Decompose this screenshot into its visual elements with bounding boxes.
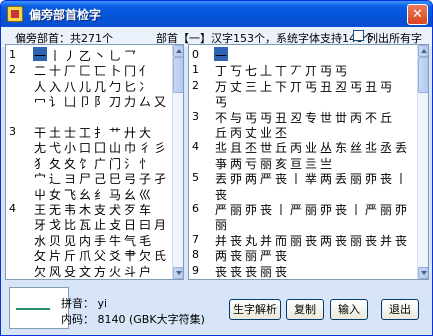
characters-panel: 0 一 1 丁丂七丄丅丆丌丏丐 2 万丈三上下丌丐丑丒丐丑丏丐 3 不与丐丏丑丒专世丗丙不丘丘… [188,44,429,280]
scroll-up-button[interactable] [173,45,183,57]
pinyin-value: yi [97,297,108,310]
char-chars[interactable]: 丘丙丈业丕 [215,124,290,140]
char-chars[interactable]: 丁丂七丄丅丆丌丏丐 [215,62,350,78]
radical-chars[interactable]: 干土士工扌艹廾大 [34,124,154,140]
stroke-count: 2 [192,78,199,92]
radical-chars[interactable]: 王无韦木支犬歹车 [34,201,154,217]
stroke-preview-line [16,308,50,310]
stroke-count: 3 [192,109,199,123]
char-chars[interactable]: 两丧丽严丧 [215,247,290,263]
char-chars[interactable]: 不与丐丏丑丒专世丗丙不丘 [215,109,395,125]
app-window: 偏旁部首检字 ✕ 偏旁部首：共271个 部首【一】汉字153个，系统字体支持14… [0,0,433,336]
scroll-up-button[interactable] [418,45,428,57]
stroke-count: 1 [192,63,199,77]
radical-chars[interactable]: 犭夂夊饣广门氵忄 [34,155,154,171]
radical-chars[interactable]: 二十厂匚匸卜冂亻 [34,62,154,78]
stroke-count: 4 [9,202,16,215]
radical-chars[interactable]: 攵片斤爪父爻肀欠氏 [34,247,169,263]
stroke-count: 1 [9,48,16,61]
stroke-count: 7 [192,232,199,246]
stroke-preview [9,287,69,329]
char-chars[interactable]: 万丈三上下丌丐丑丒丐丑丏 [215,78,395,94]
scroll-down-button[interactable] [418,267,428,279]
stroke-count: 0 [192,48,199,61]
radicals-scrollbar[interactable] [172,45,183,279]
radical-chars[interactable]: 宀辶ヨ尸己巳弓子孑 [34,170,169,186]
code-value: 8140 (GBK大字符集) [97,313,205,326]
char-chars[interactable]: 丠且丕世丘丙业丛东丝丠丞丢 [215,139,410,155]
stroke-count: 8 [192,248,199,262]
code-row: 内码： 8140 (GBK大字符集) [61,311,205,327]
char-chars[interactable]: 丐 [215,93,230,109]
char-chars[interactable]: 丧 [215,186,230,202]
scroll-down-button[interactable] [173,267,183,279]
stroke-count: 6 [192,202,199,215]
char-chars[interactable]: 丟丣两严丧丨丵两丢丽丣丧丨 [215,170,410,186]
char-chars[interactable]: 严丽丣丧丨严丽丣丧丨严丽丣 [215,201,410,217]
radical-chars[interactable]: 水贝见内手牛气毛 [34,232,154,248]
radical-chars[interactable]: 尢弋小口囗山巾彳彡 [34,139,169,155]
stroke-count: 3 [9,125,16,138]
char-chars[interactable]: 一 [215,47,230,63]
char-chars[interactable]: 亊两亏丽亥亘亖亗 [215,155,335,171]
radical-chars[interactable]: 冖讠凵卩阝刀力厶又 [34,93,169,109]
char-chars[interactable]: 并丧丸并而丽丧两丧丽丧并丧 [215,232,410,248]
pinyin-row: 拼音： yi [61,295,107,311]
scroll-thumb[interactable] [173,57,183,93]
window-title: 偏旁部首检字 [29,8,102,22]
radical-chars[interactable]: 一丨丿乙丶乚乛 [34,47,139,63]
stroke-count: 2 [9,63,16,77]
stroke-count: 9 [192,263,199,277]
show-all-checkbox[interactable] [353,30,364,41]
code-label: 内码： [61,313,94,326]
copy-button[interactable]: 复制 [286,299,324,320]
pinyin-label: 拼音： [61,297,94,310]
app-icon [7,6,23,22]
input-button[interactable]: 输入 [330,299,368,320]
analyze-button[interactable]: 生字解析 [229,299,281,320]
char-chars[interactable]: 丽 [215,216,230,232]
exit-button[interactable]: 退出 [381,299,419,320]
radical-chars[interactable]: 牙戈比瓦止攴日曰月 [34,216,169,232]
close-button[interactable]: ✕ [407,4,428,25]
char-chars[interactable]: 丧丧丧丽丧 [215,263,290,279]
radicals-panel: 1 一丨丿乙丶乚乛 2 二十厂匚匸卜冂亻 人入八儿几勹匕冫 冖讠凵卩阝刀力厶又 3 干土士工扌… [5,44,184,280]
radical-chars[interactable]: 屮女飞幺纟马幺巛 [34,186,154,202]
characters-scrollbar[interactable] [417,45,428,279]
title-bar: 偏旁部首检字 ✕ [1,1,432,27]
stroke-count: 4 [192,140,199,154]
radical-chars[interactable]: 欠风殳文方火斗户 [34,263,154,279]
stroke-count: 5 [192,171,199,185]
scroll-thumb[interactable] [418,57,428,93]
bottom-bar: 拼音： yi 内码： 8140 (GBK大字符集) 生字解析 复制 输入 退出 [1,283,432,335]
radical-chars[interactable]: 人入八儿几勹匕冫 [34,78,154,94]
